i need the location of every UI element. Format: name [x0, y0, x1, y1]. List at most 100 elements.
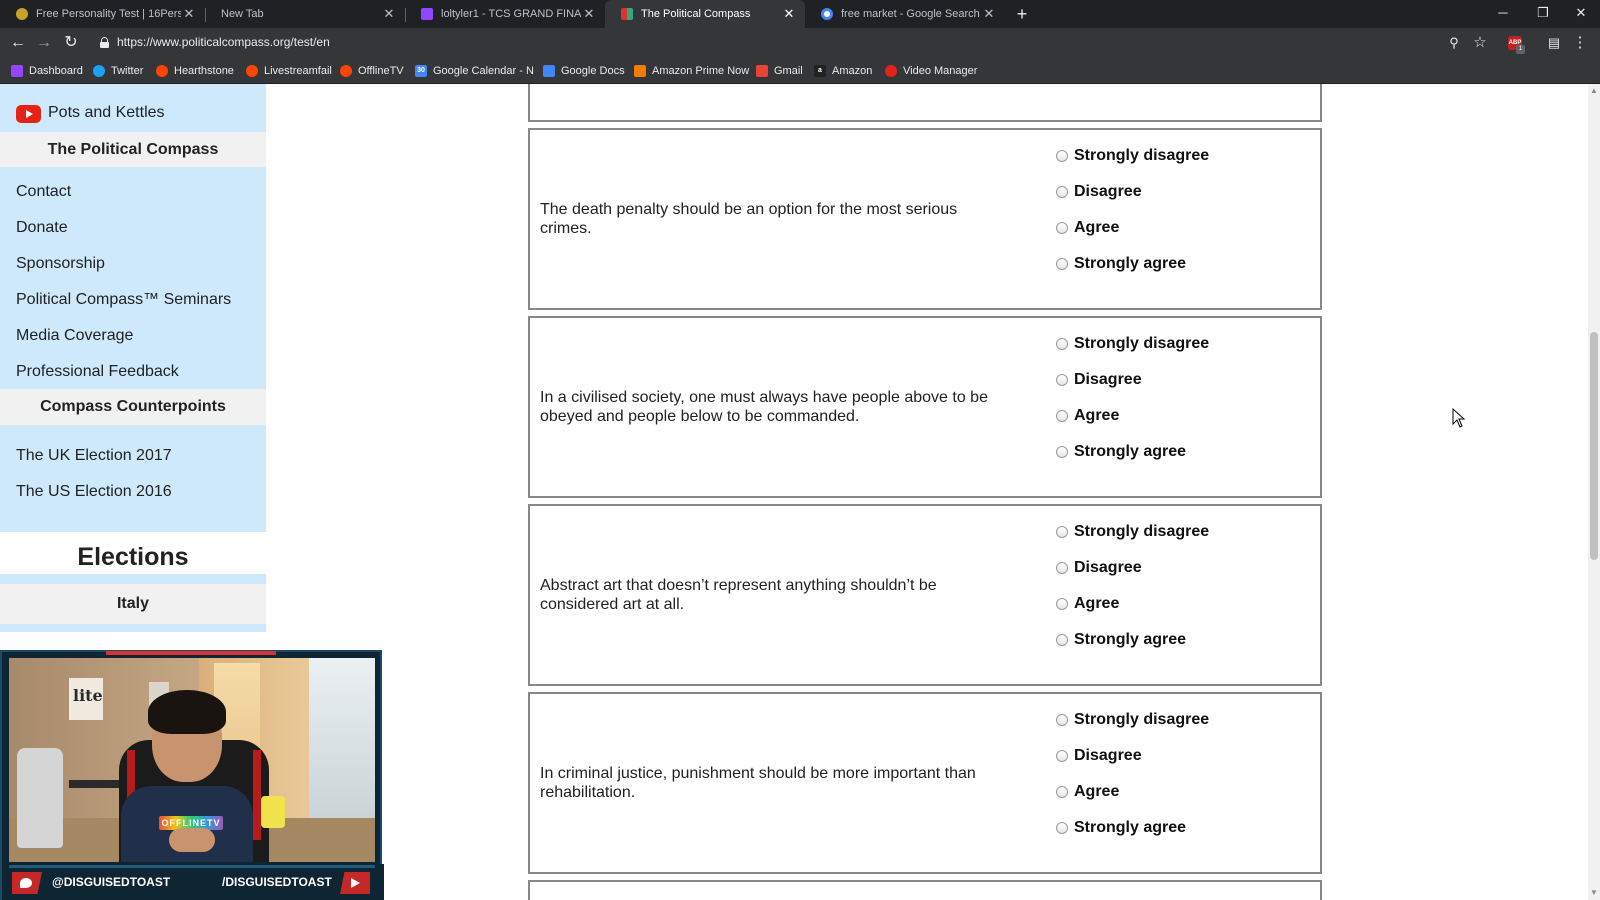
political-compass-favicon-icon: [621, 8, 633, 20]
tab-title: The Political Compass: [641, 8, 751, 20]
forward-icon[interactable]: →: [33, 32, 55, 54]
radio-button[interactable]: [1056, 634, 1068, 646]
tab-personality-test[interactable]: Free Personality Test | 16Persona ✕: [0, 0, 205, 28]
bookmark-offlinetv[interactable]: OfflineTV: [340, 63, 404, 79]
sidebar-link-pots-and-kettles[interactable]: Pots and Kettles: [48, 104, 165, 122]
restore-icon[interactable]: ❐: [1524, 0, 1562, 28]
radio-button[interactable]: [1056, 526, 1068, 538]
bookmark-google-docs[interactable]: Google Docs: [543, 63, 625, 79]
option-label: Agree: [1074, 219, 1120, 236]
question-box-partial: [528, 84, 1322, 122]
page-scrollbar[interactable]: ▲ ▼: [1588, 84, 1600, 900]
radio-button[interactable]: [1056, 222, 1068, 234]
menu-icon[interactable]: ⋮: [1570, 33, 1590, 53]
option-label: Strongly disagree: [1074, 147, 1210, 164]
radio-button[interactable]: [1056, 186, 1068, 198]
lock-icon: [100, 37, 109, 48]
option-strongly-agree[interactable]: Strongly agree: [1056, 630, 1186, 650]
question-box: In criminal justice, punishment should b…: [528, 692, 1322, 874]
bookmark-livestreamfail[interactable]: Livestreamfail: [246, 63, 332, 79]
option-strongly-agree[interactable]: Strongly agree: [1056, 818, 1186, 838]
back-icon[interactable]: ←: [7, 32, 29, 54]
sidebar-link-media-coverage[interactable]: Media Coverage: [16, 327, 133, 345]
scroll-down-icon[interactable]: ▼: [1588, 886, 1600, 900]
bookmark-star-icon[interactable]: ☆: [1470, 33, 1490, 53]
sidebar-link-professional-feedback[interactable]: Professional Feedback: [16, 363, 179, 381]
option-disagree[interactable]: Disagree: [1056, 746, 1142, 766]
option-label: Strongly agree: [1074, 819, 1187, 836]
close-tab-icon[interactable]: ✕: [581, 6, 597, 22]
tab-twitch[interactable]: loltyler1 - TCS GRAND FINALS TE ✕: [405, 0, 605, 28]
radio-button[interactable]: [1056, 562, 1068, 574]
option-disagree[interactable]: Disagree: [1056, 370, 1142, 390]
radio-button[interactable]: [1056, 258, 1068, 270]
option-strongly-disagree[interactable]: Strongly disagree: [1056, 146, 1209, 166]
option-label: Agree: [1074, 783, 1120, 800]
bookmark-video-manager[interactable]: Video Manager: [885, 63, 977, 79]
option-strongly-disagree[interactable]: Strongly disagree: [1056, 334, 1209, 354]
twitter-bird-icon: [93, 65, 105, 77]
sidebar-link-sponsorship[interactable]: Sponsorship: [16, 255, 105, 273]
close-tab-icon[interactable]: ✕: [981, 6, 997, 22]
tab-new-tab[interactable]: New Tab ✕: [205, 0, 405, 28]
close-window-icon[interactable]: ✕: [1562, 0, 1600, 28]
question-box: In a civilised society, one must always …: [528, 316, 1322, 498]
prime-now-icon: [634, 65, 646, 77]
question-text: In a civilised society, one must always …: [540, 389, 988, 425]
tab-title: free market - Google Search: [841, 8, 980, 20]
radio-button[interactable]: [1056, 338, 1068, 350]
radio-button[interactable]: [1056, 714, 1068, 726]
option-agree[interactable]: Agree: [1056, 782, 1119, 802]
bookmark-twitter[interactable]: Twitter: [93, 63, 143, 79]
bookmark-amazon-prime-now[interactable]: Amazon Prime Now: [634, 63, 749, 79]
zoom-icon[interactable]: ⚲: [1444, 33, 1464, 53]
option-agree[interactable]: Agree: [1056, 218, 1119, 238]
bookmark-dashboard[interactable]: Dashboard: [11, 63, 83, 79]
new-tab-icon[interactable]: +: [1012, 3, 1032, 25]
radio-button[interactable]: [1056, 374, 1068, 386]
bookmark-gmail[interactable]: Gmail: [756, 63, 803, 79]
option-strongly-disagree[interactable]: Strongly disagree: [1056, 710, 1209, 730]
option-strongly-agree[interactable]: Strongly agree: [1056, 442, 1186, 462]
bookmark-hearthstone[interactable]: Hearthstone: [156, 63, 234, 79]
tab-political-compass[interactable]: The Political Compass ✕: [605, 0, 805, 28]
personality-test-favicon-icon: [16, 8, 28, 20]
streamer-hair: [148, 690, 226, 734]
extension-icon[interactable]: ▤: [1544, 33, 1564, 53]
close-tab-icon[interactable]: ✕: [781, 6, 797, 22]
option-disagree[interactable]: Disagree: [1056, 558, 1142, 578]
sidebar-link-donate[interactable]: Donate: [16, 219, 68, 237]
radio-button[interactable]: [1056, 410, 1068, 422]
sidebar-link-seminars[interactable]: Political Compass™ Seminars: [16, 291, 231, 309]
radio-button[interactable]: [1056, 822, 1068, 834]
close-tab-icon[interactable]: ✕: [381, 6, 397, 22]
bookmark-label: Amazon: [832, 65, 873, 77]
sidebar-link-uk-election-2017[interactable]: The UK Election 2017: [16, 447, 172, 465]
sidebar-link-italy[interactable]: Italy: [0, 584, 266, 624]
option-agree[interactable]: Agree: [1056, 594, 1119, 614]
sidebar-link-contact[interactable]: Contact: [16, 183, 71, 201]
bookmark-google-calendar[interactable]: 30 Google Calendar - N: [415, 63, 534, 79]
tab-google-search[interactable]: free market - Google Search ✕: [805, 0, 1005, 28]
minimize-icon[interactable]: ─: [1484, 0, 1522, 28]
scroll-up-icon[interactable]: ▲: [1588, 84, 1600, 98]
radio-button[interactable]: [1056, 786, 1068, 798]
gmail-icon: [756, 65, 768, 77]
option-disagree[interactable]: Disagree: [1056, 182, 1142, 202]
address-bar[interactable]: https://www.politicalcompass.org/test/en: [117, 35, 330, 49]
overlay-social-bar: @DISGUISEDTOAST /DISGUISEDTOAST: [2, 864, 384, 900]
sidebar-link-us-election-2016[interactable]: The US Election 2016: [16, 483, 172, 501]
option-strongly-disagree[interactable]: Strongly disagree: [1056, 522, 1209, 542]
radio-button[interactable]: [1056, 446, 1068, 458]
option-strongly-agree[interactable]: Strongly agree: [1056, 254, 1186, 274]
scrollbar-thumb[interactable]: [1590, 332, 1598, 560]
youtube-icon: [16, 105, 41, 123]
radio-button[interactable]: [1056, 598, 1068, 610]
radio-button[interactable]: [1056, 750, 1068, 762]
bookmark-amazon[interactable]: a Amazon: [814, 63, 872, 79]
twitch-dashboard-icon: [11, 65, 23, 77]
radio-button[interactable]: [1056, 150, 1068, 162]
option-agree[interactable]: Agree: [1056, 406, 1119, 426]
close-tab-icon[interactable]: ✕: [181, 6, 197, 22]
reload-icon[interactable]: ↻: [60, 32, 82, 54]
